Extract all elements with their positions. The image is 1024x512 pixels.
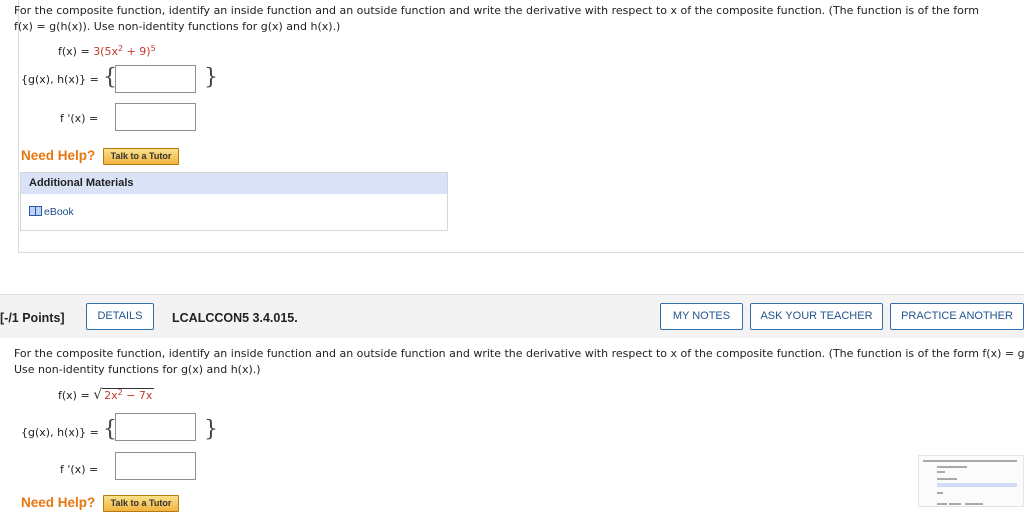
thumb-line <box>937 492 943 494</box>
additional-materials-header: Additional Materials <box>21 173 447 194</box>
thumb-highlight <box>937 483 1017 487</box>
q2-radicand-b: − 7x <box>122 389 153 402</box>
thumb-line <box>937 471 945 473</box>
q1-rhs-part-a: 3(5x <box>93 45 118 58</box>
q1-prompt-line1: For the composite function, identify an … <box>14 4 979 17</box>
q1-close-brace: } <box>204 65 218 90</box>
q2-need-help: Need Help? <box>21 495 96 510</box>
ebook-icon <box>29 206 42 216</box>
q2-function-lhs: f(x) = <box>58 389 94 402</box>
q1-rhs-exp2: 5 <box>150 44 156 53</box>
q1-function-lhs: f(x) = <box>58 45 94 58</box>
thumb-line <box>965 503 983 505</box>
practice-another-button[interactable]: PRACTICE ANOTHER <box>890 303 1024 330</box>
ask-your-teacher-button[interactable]: ASK YOUR TEACHER <box>750 303 883 330</box>
thumb-line <box>949 503 961 505</box>
q2-radicand-a: 2x <box>104 389 118 402</box>
q2-radicand: 2x2 − 7x <box>102 388 155 402</box>
q2-prompt-line1: For the composite function, identify an … <box>14 347 1024 360</box>
page-preview-thumbnail[interactable] <box>918 455 1024 507</box>
q1-need-help: Need Help? <box>21 148 96 163</box>
thumb-line <box>937 466 967 468</box>
q2-close-brace: } <box>204 417 218 442</box>
q1-prompt-line2: f(x) = g(h(x)). Use non-identity functio… <box>14 20 341 33</box>
q1-function-rhs: 3(5x2 + 9)5 <box>93 44 156 58</box>
q2-prompt-line2: Use non-identity functions for g(x) and … <box>14 363 261 376</box>
q2-gh-label: {g(x), h(x)} = <box>21 426 99 439</box>
q2-talk-to-tutor-button[interactable]: Talk to a Tutor <box>103 495 179 512</box>
thumb-line <box>937 478 957 480</box>
q2-fprime-label: f '(x) = <box>60 463 99 476</box>
ebook-label: eBook <box>44 206 74 218</box>
q2-gh-input[interactable] <box>115 413 196 441</box>
q1-fprime-label: f '(x) = <box>60 112 99 125</box>
ebook-link[interactable]: eBook <box>29 206 74 218</box>
sqrt-symbol-icon: √ <box>93 387 103 403</box>
details-button[interactable]: DETAILS <box>86 303 154 330</box>
thumb-line <box>923 460 1017 462</box>
my-notes-button[interactable]: MY NOTES <box>660 303 743 330</box>
q2-function: f(x) = √ 2x2 − 7x <box>58 384 155 404</box>
q2-points: [-/1 Points] <box>0 311 65 325</box>
q1-rhs-part-b: + 9) <box>123 45 151 58</box>
additional-materials-panel: Additional Materials eBook <box>20 172 448 231</box>
q2-question-id: LCALCCON5 3.4.015. <box>172 311 298 325</box>
thumb-line <box>937 503 947 505</box>
q1-fprime-input[interactable] <box>115 103 196 131</box>
q1-function: f(x) = 3(5x2 + 9)5 <box>58 40 156 60</box>
q2-sqrt: √ 2x2 − 7x <box>93 384 155 404</box>
q1-gh-label: {g(x), h(x)} = <box>21 73 99 86</box>
q2-fprime-input[interactable] <box>115 452 196 480</box>
q1-gh-input[interactable] <box>115 65 196 93</box>
q1-talk-to-tutor-button[interactable]: Talk to a Tutor <box>103 148 179 165</box>
